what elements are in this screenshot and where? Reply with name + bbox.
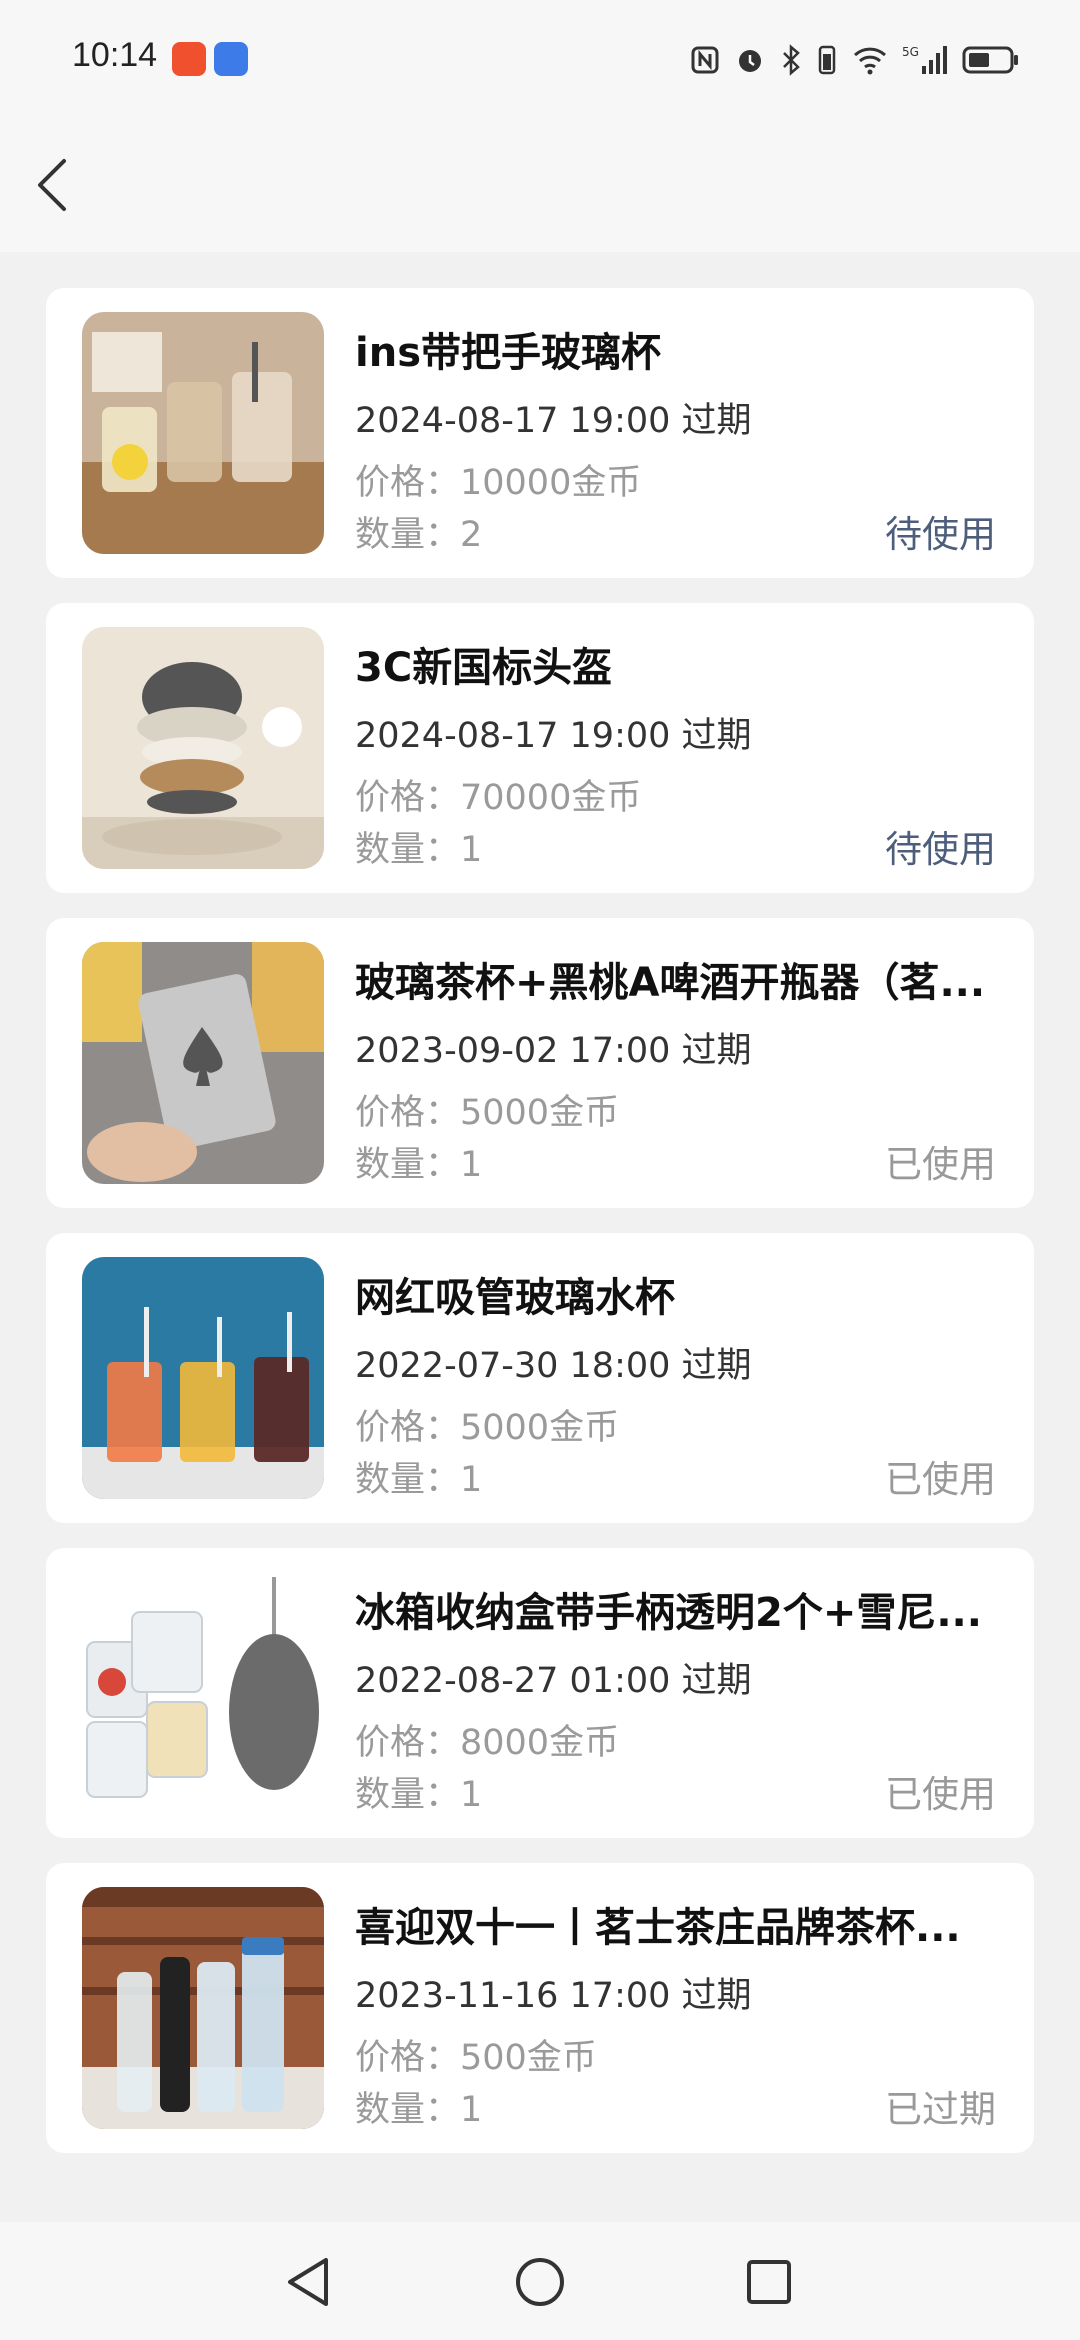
list-item[interactable]: 3C新国标头盔 2024-08-17 19:00 过期 价格：70000金币 数… [46,603,1034,893]
status-label: 待使用 [885,828,996,871]
item-quantity: 数量：1 [355,1145,483,1185]
item-quantity: 数量：2 [355,515,483,555]
product-image [82,312,324,554]
status-label: 已使用 [885,1143,996,1186]
item-price: 价格：5000金币 [355,1093,620,1133]
item-title: 3C新国标头盔 [355,645,613,691]
status-label: 已使用 [885,1458,996,1501]
product-image [82,627,324,869]
item-expiry: 2022-08-27 01:00 过期 [355,1661,752,1701]
square-recents-icon [747,2260,791,2304]
nav-home-button[interactable] [500,2242,580,2322]
system-nav-bar [0,2222,1080,2340]
list-item[interactable]: 喜迎双十一丨茗士茶庄品牌茶杯... 2023-11-16 17:00 过期 价格… [46,1863,1034,2153]
list-item[interactable]: 网红吸管玻璃水杯 2022-07-30 18:00 过期 价格：5000金币 数… [46,1233,1034,1523]
item-price: 价格：5000金币 [355,1408,620,1448]
chevron-left-icon [38,159,66,211]
item-quantity: 数量：1 [355,830,483,870]
item-title: 喜迎双十一丨茗士茶庄品牌茶杯... [355,1905,961,1951]
header [0,118,1080,252]
status-icons: 5G [690,40,1020,80]
alarm-icon [739,50,761,72]
vibrate-icon [818,45,836,75]
list-item[interactable]: ins带把手玻璃杯 2024-08-17 19:00 过期 价格：10000金币… [46,288,1034,578]
item-quantity: 数量：1 [355,1775,483,1815]
status-label: 已使用 [885,1773,996,1816]
app-icon [214,42,248,76]
item-price: 价格：10000金币 [355,463,642,503]
status-label: 待使用 [885,513,996,556]
taobao-icon [172,42,206,76]
nfc-icon [691,46,719,74]
item-title: 玻璃茶杯+黑桃A啤酒开瓶器（茗... [355,960,986,1006]
battery-icon [962,46,1018,74]
product-image [82,942,324,1184]
list-item[interactable]: 冰箱收纳盒带手柄透明2个+雪尼... 2022-08-27 01:00 过期 价… [46,1548,1034,1838]
nav-back-button[interactable] [270,2242,350,2322]
signal-icon: 5G [902,45,947,74]
item-expiry: 2024-08-17 19:00 过期 [355,716,752,756]
status-time: 10:14 [72,36,158,74]
item-expiry: 2023-09-02 17:00 过期 [355,1031,752,1071]
triangle-back-icon [288,2258,328,2306]
item-expiry: 2024-08-17 19:00 过期 [355,401,752,441]
item-expiry: 2023-11-16 17:00 过期 [355,1976,752,2016]
bluetooth-icon [783,44,800,76]
item-expiry: 2022-07-30 18:00 过期 [355,1346,752,1386]
item-quantity: 数量：1 [355,1460,483,1500]
circle-home-icon [516,2258,564,2306]
list-item[interactable]: 玻璃茶杯+黑桃A啤酒开瓶器（茗... 2023-09-02 17:00 过期 价… [46,918,1034,1208]
item-title: 冰箱收纳盒带手柄透明2个+雪尼... [355,1590,982,1636]
product-image [82,1572,324,1814]
item-title: ins带把手玻璃杯 [355,330,661,376]
product-image [82,1887,324,2129]
item-title: 网红吸管玻璃水杯 [355,1275,675,1321]
status-bar: 10:14 5G [0,0,1080,118]
product-image [82,1257,324,1499]
item-price: 价格：8000金币 [355,1723,620,1763]
item-quantity: 数量：1 [355,2090,483,2130]
nav-recents-button[interactable] [729,2242,809,2322]
item-price: 价格：500金币 [355,2038,597,2078]
status-label: 已过期 [885,2088,996,2131]
wifi-icon [853,47,887,75]
item-price: 价格：70000金币 [355,778,642,818]
back-button[interactable] [24,150,94,220]
network-label: 5G [902,45,919,59]
